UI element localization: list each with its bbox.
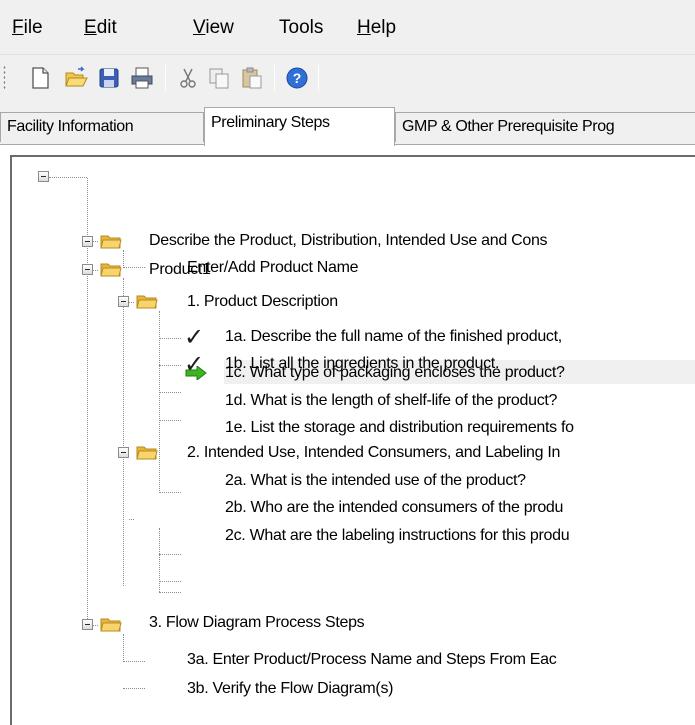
tree-connector <box>159 581 181 582</box>
collapse-toggle-intended-use[interactable] <box>118 447 129 458</box>
tree-connector <box>159 492 181 493</box>
tree-connector <box>93 270 98 271</box>
collapse-toggle-describe-product[interactable] <box>82 236 93 247</box>
new-document-icon[interactable] <box>28 66 52 90</box>
tree-connector <box>159 338 181 339</box>
toolbar-separator <box>318 65 319 91</box>
menu-tools[interactable]: Tools <box>279 17 323 39</box>
folder-open-icon <box>100 261 122 277</box>
tree-node-enter-product-name[interactable]: Enter/Add Product Name <box>187 258 359 278</box>
tree-connector <box>93 241 98 242</box>
tree-connector <box>123 661 145 662</box>
folder-open-icon <box>100 616 122 632</box>
tree-node-step-1a[interactable]: 1a. Describe the full name of the finish… <box>225 327 562 347</box>
tree-connector <box>159 528 160 592</box>
tab-preliminary-steps[interactable]: Preliminary Steps <box>204 107 395 146</box>
tree-node-flow-diagram[interactable]: 3. Flow Diagram Process Steps <box>149 613 365 633</box>
tree-node-intended-use[interactable]: 2. Intended Use, Intended Consumers, and… <box>187 443 560 463</box>
tree-connector <box>123 634 124 662</box>
menu-view[interactable]: View <box>193 17 234 39</box>
toolbar: ? <box>0 54 695 100</box>
tree-root-collapse-toggle[interactable] <box>38 171 49 182</box>
tree-connector <box>49 177 87 178</box>
open-folder-icon[interactable] <box>64 66 88 90</box>
menu-edit[interactable]: Edit <box>84 17 117 39</box>
paste-icon[interactable] <box>240 66 264 90</box>
collapse-toggle-flow-diagram[interactable] <box>82 619 93 630</box>
menu-help[interactable]: Help <box>357 17 396 39</box>
tree-connector <box>93 625 98 626</box>
tree-connector <box>129 302 134 303</box>
tab-facility-information[interactable]: Facility Information <box>0 112 204 142</box>
menu-file[interactable]: File <box>12 17 43 39</box>
tree-connector <box>159 592 181 593</box>
toolbar-separator <box>165 65 166 91</box>
tree-node-step-1e[interactable]: 1e. List the storage and distribution re… <box>225 418 574 438</box>
tree-connector <box>123 267 145 268</box>
folder-open-icon <box>100 233 122 249</box>
tree-connector <box>159 392 181 393</box>
folder-open-icon <box>136 444 158 460</box>
copy-icon[interactable] <box>207 66 231 90</box>
tree-node-product-description[interactable]: 1. Product Description <box>187 292 338 312</box>
folder-open-icon <box>136 293 158 309</box>
tree-connector <box>159 365 181 366</box>
tab-strip: Facility Information Preliminary Steps G… <box>0 100 695 146</box>
tree-node-describe-product[interactable]: Describe the Product, Distribution, Inte… <box>149 231 548 251</box>
tree-connector <box>123 688 145 689</box>
tree-node-product1[interactable]: Product1 <box>149 260 211 280</box>
tab-gmp-prerequisite-programs[interactable]: GMP & Other Prerequisite Prog <box>395 112 695 142</box>
save-icon[interactable] <box>97 66 121 90</box>
toolbar-separator <box>274 65 275 91</box>
tree-node-step-2a[interactable]: 2a. What is the intended use of the prod… <box>225 471 526 491</box>
tree-node-step-2c[interactable]: 2c. What are the labeling instructions f… <box>225 526 570 546</box>
current-step-arrow-icon <box>185 366 207 380</box>
tree-connector <box>123 250 124 268</box>
tree-node-step-2b[interactable]: 2b. Who are the intended consumers of th… <box>225 498 563 518</box>
cut-icon[interactable] <box>176 66 200 90</box>
toolbar-grip[interactable] <box>3 65 6 91</box>
tree-connector <box>129 519 134 520</box>
svg-text:?: ? <box>293 70 302 86</box>
help-icon[interactable]: ? <box>285 66 309 90</box>
tree-connector <box>159 554 181 555</box>
tree-connector <box>159 420 181 421</box>
collapse-toggle-product-description[interactable] <box>118 296 129 307</box>
tree-node-step-1c[interactable]: 1c. What type of packaging encloses the … <box>225 363 565 383</box>
tree-node-step-1d[interactable]: 1d. What is the length of shelf-life of … <box>225 391 557 411</box>
tree-node-step-3b[interactable]: 3b. Verify the Flow Diagram(s) <box>187 679 393 699</box>
collapse-toggle-product1[interactable] <box>82 264 93 275</box>
tree-connector <box>123 278 124 586</box>
tree-node-step-3a[interactable]: 3a. Enter Product/Process Name and Steps… <box>187 650 557 670</box>
print-icon[interactable] <box>130 66 154 90</box>
checkmark-icon: ✓ <box>184 323 205 351</box>
menu-bar: File Edit View Tools Help <box>0 0 695 54</box>
